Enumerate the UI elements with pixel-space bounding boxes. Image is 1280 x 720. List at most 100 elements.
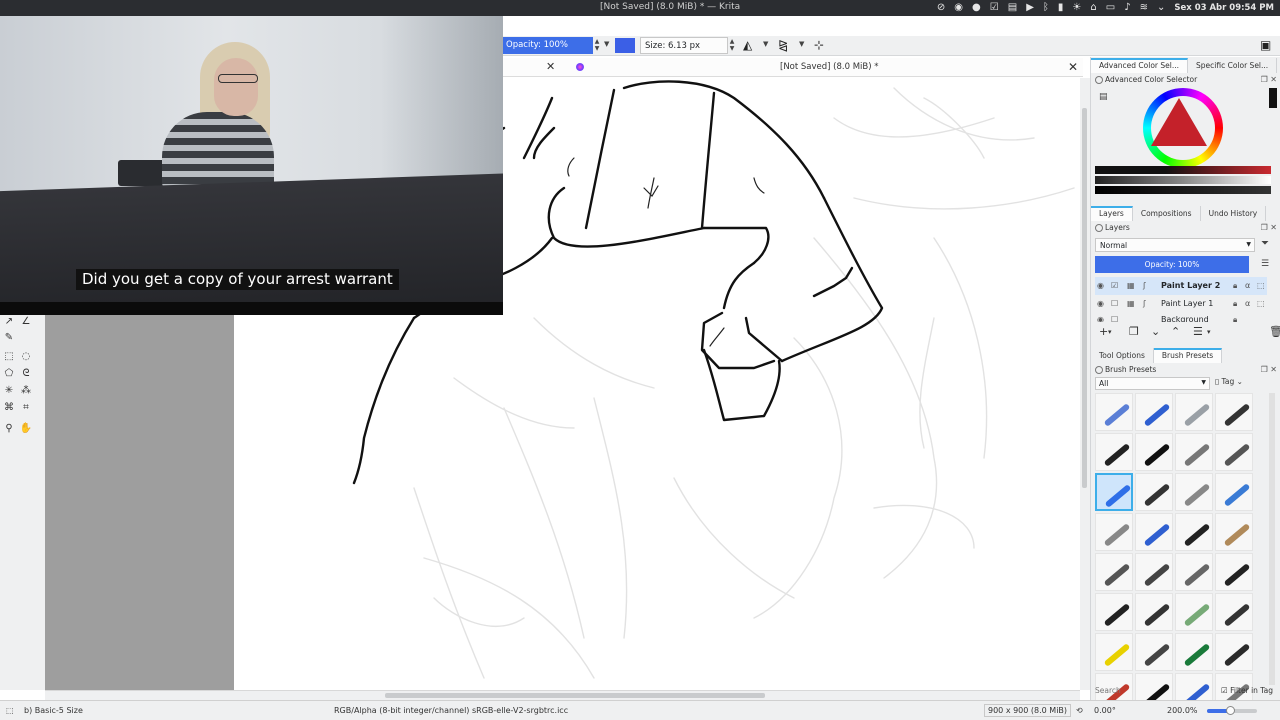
layer-properties-icon[interactable]: ☰ [1193, 325, 1203, 338]
brush-preset-scrollbar[interactable] [1269, 393, 1275, 685]
brush-preset[interactable] [1215, 433, 1253, 471]
delete-layer-icon[interactable]: 🗑︎ [1269, 325, 1280, 338]
current-brush-name[interactable]: b) Basic-5 Size [24, 706, 83, 715]
saturation-value-triangle[interactable] [1151, 98, 1207, 146]
tag-button[interactable]: ▯ Tag ⌄ [1215, 377, 1243, 386]
zoom-slider-knob[interactable] [1225, 706, 1235, 715]
checkbox-icon[interactable]: ☐ [1111, 313, 1118, 322]
network-off-icon[interactable]: ⊘ [937, 1, 945, 15]
color-history-strip[interactable] [1269, 88, 1277, 108]
brush-preset[interactable] [1135, 393, 1173, 431]
shade-strip-3[interactable] [1095, 186, 1271, 194]
dock-float-close-icon[interactable]: ❐ ✕ [1261, 222, 1277, 234]
panel-toggle-icon[interactable]: ▣ [1260, 37, 1271, 54]
brush-preset[interactable] [1135, 553, 1173, 591]
foreground-color-swatch[interactable] [615, 38, 635, 53]
layer-row[interactable]: ◉ ☐ ▦ ʃ Paint Layer 1 🔒︎ α ⬚ [1095, 295, 1267, 313]
inherit-alpha-icon[interactable]: ⬚ [1257, 277, 1265, 295]
brush-preset[interactable] [1175, 393, 1213, 431]
rotate-icon[interactable]: ⟲ [1076, 706, 1083, 715]
layer-row[interactable]: ◉ ☑ ▦ ʃ Paint Layer 2 🔒︎ α ⬚ [1095, 277, 1267, 295]
vertical-scroll-thumb[interactable] [1082, 108, 1087, 488]
contiguous-select-tool-icon[interactable]: ✳ [2, 384, 16, 398]
play-icon[interactable]: ▶ [1026, 1, 1034, 15]
checkbox-icon[interactable]: ☐ [1111, 295, 1118, 313]
alpha-lock-icon[interactable]: α [1245, 277, 1250, 295]
brush-preset[interactable] [1175, 553, 1213, 591]
record-icon[interactable]: ● [972, 1, 981, 15]
brush-preset[interactable] [1135, 633, 1173, 671]
clock[interactable]: Sex 03 Abr 09:54 PM [1174, 1, 1274, 15]
brush-preset[interactable] [1215, 473, 1253, 511]
blend-mode-select[interactable]: Normal ▼ [1095, 238, 1255, 252]
image-size[interactable]: 900 x 900 (8.0 MiB) [984, 704, 1072, 717]
video-overlay[interactable]: Did you get a copy of your arrest warran… [0, 16, 503, 315]
brush-preset[interactable] [1175, 513, 1213, 551]
brush-search-input[interactable]: Search [1095, 686, 1215, 698]
brush-preset[interactable] [1175, 633, 1213, 671]
filter-in-tag-checkbox[interactable]: ☑ Filter in Tag [1221, 686, 1273, 695]
brush-preset[interactable] [1095, 433, 1133, 471]
brush-preset[interactable] [1135, 433, 1173, 471]
brush-preset[interactable] [1135, 593, 1173, 631]
brush-preset[interactable] [1175, 473, 1213, 511]
ellipse-select-tool-icon[interactable]: ◌ [19, 350, 33, 364]
lock-icon[interactable]: 🔒︎ [1233, 277, 1237, 295]
tab-advanced-color-selector[interactable]: Advanced Color Sel... [1091, 58, 1189, 73]
polyline-tool-icon[interactable]: ↗ [2, 315, 16, 329]
eyedropper-tool-icon[interactable]: ✎ [2, 331, 16, 345]
similar-select-tool-icon[interactable]: ⁂ [19, 384, 33, 398]
wrap-around-icon[interactable]: ⊹ [814, 37, 824, 54]
zoom-level[interactable]: 200.0% [1167, 706, 1198, 715]
dock-float-close-icon[interactable]: ❐ ✕ [1261, 74, 1277, 86]
filter-icon[interactable]: ⏷ [1261, 238, 1269, 249]
brush-preset[interactable] [1135, 513, 1173, 551]
chevron-icon[interactable]: ⌄ [1157, 1, 1165, 15]
checkbox-icon[interactable]: ☑ [1111, 277, 1118, 295]
shade-strip-2[interactable] [1095, 176, 1271, 184]
lock-icon[interactable]: 🔒︎ [1233, 313, 1237, 322]
brush-preset[interactable] [1215, 513, 1253, 551]
chevron-down-icon[interactable]: ▾ [1108, 328, 1112, 336]
opacity-slider[interactable]: Opacity: 100% [503, 37, 593, 54]
horizontal-scroll-thumb[interactable] [385, 693, 765, 698]
check-icon[interactable]: ☑ [990, 1, 999, 15]
size-spinner[interactable]: ▲ ▼ [728, 38, 736, 53]
brush-preset[interactable] [1095, 393, 1133, 431]
clipboard-icon[interactable]: ▤ [1008, 1, 1017, 15]
brush-preset[interactable] [1175, 433, 1213, 471]
advanced-color-selector[interactable] [1095, 88, 1277, 200]
chevron-down-icon[interactable]: ▼ [799, 40, 804, 48]
brush-preset[interactable] [1175, 593, 1213, 631]
brightness-icon[interactable]: ☀ [1072, 1, 1081, 15]
pin-icon[interactable]: ⌂ [1090, 1, 1096, 15]
brush-preset[interactable] [1215, 553, 1253, 591]
battery-icon[interactable]: ▮ [1058, 1, 1064, 15]
brush-preset[interactable] [1215, 393, 1253, 431]
rotation-angle[interactable]: 0.00° [1094, 706, 1116, 715]
brush-preset[interactable] [1215, 633, 1253, 671]
chevron-down-icon[interactable]: ▾ [1207, 328, 1211, 336]
freehand-select-tool-icon[interactable]: ᘓ [19, 367, 33, 381]
volume-icon[interactable]: ♪ [1124, 1, 1130, 15]
move-layer-down-icon[interactable]: ⌄ [1151, 325, 1160, 338]
chevron-down-icon[interactable]: ▼ [604, 40, 609, 48]
document-tab-title[interactable]: [Not Saved] (8.0 MiB) * [780, 62, 879, 72]
size-slider[interactable]: Size: 6.13 px [640, 37, 728, 54]
bluetooth-icon[interactable]: ᛒ [1043, 1, 1049, 15]
dock-float-close-icon[interactable]: ❐ ✕ [1261, 364, 1277, 376]
eye-icon[interactable]: ◉ [1097, 295, 1104, 313]
measure-tool-icon[interactable]: ∠ [19, 315, 33, 329]
layer-row[interactable]: ◉ ☐ Background 🔒︎ [1095, 313, 1267, 322]
tab-brush-presets[interactable]: Brush Presets [1153, 348, 1223, 363]
duplicate-layer-icon[interactable]: ❐ [1129, 325, 1139, 338]
wifi-icon[interactable]: ≋ [1140, 1, 1148, 15]
brush-preset[interactable] [1095, 553, 1133, 591]
shade-strip-1[interactable] [1095, 166, 1271, 174]
zoom-tool-icon[interactable]: ⚲ [2, 422, 16, 436]
tab-undo-history[interactable]: Undo History [1201, 206, 1267, 221]
layer-opacity-slider[interactable]: Opacity: 100% [1095, 256, 1249, 273]
magnetic-select-tool-icon[interactable]: ⌗ [19, 401, 33, 415]
horizontal-scrollbar[interactable] [45, 690, 1080, 700]
zoom-slider[interactable] [1207, 706, 1257, 715]
